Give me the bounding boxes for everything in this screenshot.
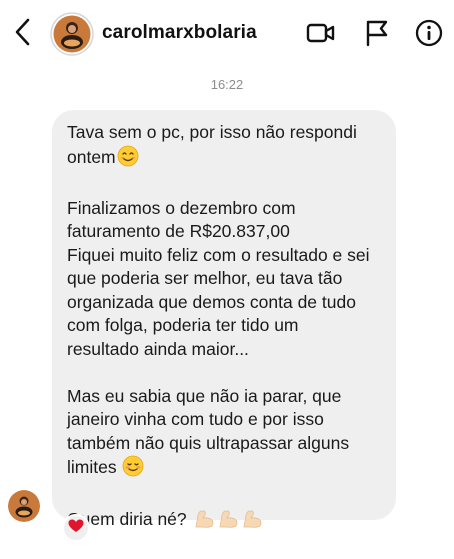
sender-avatar[interactable] xyxy=(8,490,40,522)
message-line: Tava sem o pc, por isso não respondi xyxy=(67,122,357,142)
smiling-blush-icon xyxy=(122,455,144,484)
message-line: com folga, poderia ter tido um xyxy=(67,315,299,335)
message-line: organizada que demos conta de tudo xyxy=(67,291,356,312)
message-line: faturamento de R$20.837,00 xyxy=(67,221,290,241)
message-paragraph-1: Tava sem o pc, por isso não respondi ont… xyxy=(67,121,382,173)
message-line: Fiquei muito feliz com o resultado e sei xyxy=(67,244,370,265)
message-timestamp: 16:22 xyxy=(210,77,244,92)
smiling-face-icon xyxy=(117,145,139,174)
message-line: ontem xyxy=(67,146,116,167)
flexed-biceps-icon xyxy=(193,507,265,536)
message-bubble[interactable]: Tava sem o pc, por isso não respondi ont… xyxy=(52,110,396,529)
message-paragraph-4: Quem diria né? xyxy=(67,507,382,536)
message-line: Finalizamos o dezembro com xyxy=(67,197,296,218)
message-line: que poderia ser melhor, eu tava tão xyxy=(67,268,343,288)
username[interactable]: carolmarxbolaria xyxy=(102,22,257,44)
heart-icon xyxy=(68,519,84,538)
flag-icon xyxy=(364,19,390,52)
chevron-left-icon xyxy=(13,17,33,52)
message-line: resultado ainda maior... xyxy=(67,338,249,359)
info-icon xyxy=(415,19,443,52)
message-line: Mas eu sabia que não ia parar, que xyxy=(67,385,342,406)
message-reaction[interactable] xyxy=(62,514,90,542)
profile-avatar[interactable] xyxy=(50,12,94,56)
message-paragraph-2: Finalizamos o dezembro com faturamento d… xyxy=(67,197,382,362)
chat-header: carolmarxbolaria xyxy=(0,0,454,68)
video-call-button[interactable] xyxy=(306,20,336,50)
info-button[interactable] xyxy=(414,19,444,52)
message-paragraph-3: Mas eu sabia que não ia parar, que janei… xyxy=(67,385,382,484)
message-line: também não quis ultrapassar alguns xyxy=(67,432,350,453)
back-button[interactable] xyxy=(8,16,38,52)
message-line: limites xyxy=(67,457,117,477)
report-button[interactable] xyxy=(362,20,392,50)
message-line: janeiro vinha com tudo e por isso xyxy=(67,409,324,429)
video-camera-icon xyxy=(306,21,336,50)
